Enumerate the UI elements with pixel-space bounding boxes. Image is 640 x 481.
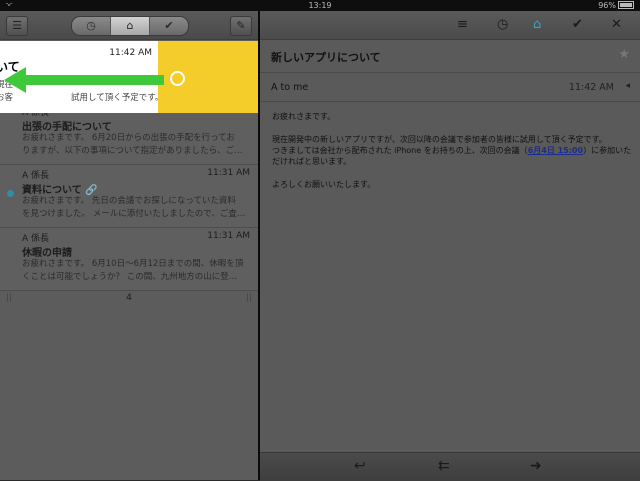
item-subject: 出張の手配について	[22, 122, 112, 133]
done-tab-check-icon[interactable]: ✔	[150, 17, 188, 35]
body-paragraph: よろしくお願いいたします。	[272, 180, 376, 189]
recipient: A to me	[271, 82, 309, 93]
sender: A 係長	[22, 171, 50, 181]
inbox-tab-icon[interactable]: ⌂	[111, 17, 150, 35]
battery-icon	[618, 1, 634, 9]
item-preview: お疲れさまです。 先日の会議でお探しになっていた資料 を見つけました。 メールに添…	[22, 196, 246, 219]
close-icon[interactable]: ✕	[611, 16, 622, 34]
snooze-clock-icon[interactable]: ◷	[497, 16, 508, 34]
detail-footer: ↩ ⇇ ➜	[260, 452, 640, 481]
archive-check-icon[interactable]: ✔	[572, 16, 583, 34]
message-title: 新しいアプリについて	[271, 51, 381, 64]
detail-toolbar: ≡ ◷ ⌂ ✔ ✕	[260, 11, 640, 40]
compose-button[interactable]: ✎	[230, 16, 252, 36]
menu-button[interactable]: ☰	[6, 16, 28, 36]
battery-indicator: 96%	[598, 0, 634, 11]
message-detail-pane: ≡ ◷ ⌂ ✔ ✕ 新しいアプリについて ★ A to me 11:42 AM …	[260, 11, 640, 481]
expand-caret-icon[interactable]: ◂	[625, 81, 630, 91]
item-time: 11:31 AM	[207, 231, 250, 241]
reply-all-icon[interactable]: ⇇	[438, 458, 450, 474]
later-tab-clock-icon[interactable]: ◷	[72, 17, 111, 35]
body-paragraph: お疲れさまです。	[272, 112, 336, 121]
message-list-pane: ☰ ◷ ⌂ ✔ ✎ A 係長 11:33 AM 出張の手配について お疲れさまで…	[0, 11, 258, 480]
body-paragraph: 現在開発中の新しいアプリですが、次回以降の会議で参加者の皆様に試用して頂く予定で…	[272, 135, 632, 166]
list-item[interactable]: A 係長 11:31 AM 資料について 🔗 お疲れさまです。 先日の会議でお探…	[0, 165, 258, 228]
status-bar: ◝◜ 13:19 96%	[0, 0, 640, 11]
pager-right-handle: ||	[245, 293, 252, 303]
item-time: 11:42 AM	[109, 48, 152, 58]
sender: A 係長	[22, 234, 50, 244]
reply-icon[interactable]: ↩	[354, 458, 366, 474]
unread-dot	[7, 190, 14, 197]
message-time: 11:42 AM	[568, 82, 614, 93]
swipe-left-arrow-icon	[4, 67, 164, 93]
item-time: 11:31 AM	[207, 168, 250, 178]
recipient-row[interactable]: A to me 11:42 AM ◂	[260, 73, 640, 102]
forward-icon[interactable]: ➜	[530, 458, 542, 474]
message-body: お疲れさまです。 現在開発中の新しいアプリですが、次回以降の会議で参加者の皆様に…	[272, 111, 632, 202]
snooze-action-area[interactable]	[158, 41, 258, 113]
list-icon[interactable]: ≡	[457, 16, 468, 34]
list-item[interactable]: A 係長 11:31 AM 休暇の申請 お疲れさまです。 6月10日〜6月12日…	[0, 228, 258, 291]
status-time: 13:19	[308, 1, 332, 10]
item-preview: お疲れさまです。 6月20日からの出張の手配を行ってお りますが、以下の事項につい…	[22, 133, 250, 156]
item-preview: お疲れさまです。 6月10日〜6月12日までの間、休暇を頂 くことは可能でしょうか…	[22, 259, 244, 282]
folder-segmented-control: ◷ ⌂ ✔	[71, 16, 189, 36]
message-header: 新しいアプリについて ★	[260, 40, 640, 73]
list-toolbar: ☰ ◷ ⌂ ✔ ✎	[0, 11, 258, 40]
clock-icon	[170, 71, 185, 86]
star-icon[interactable]: ★	[618, 47, 630, 62]
date-link[interactable]: 6月4日 15:00	[528, 146, 583, 155]
item-subject: 資料について 🔗	[22, 185, 98, 196]
inbox-icon[interactable]: ⌂	[533, 16, 541, 34]
pager[interactable]: || 4 ||	[0, 287, 258, 311]
page-number: 4	[126, 293, 132, 303]
swiped-list-item[interactable]: 11:42 AM いて 現在 お客 試用して頂く予定です。	[0, 41, 258, 113]
item-subject: 休暇の申請	[22, 248, 72, 259]
